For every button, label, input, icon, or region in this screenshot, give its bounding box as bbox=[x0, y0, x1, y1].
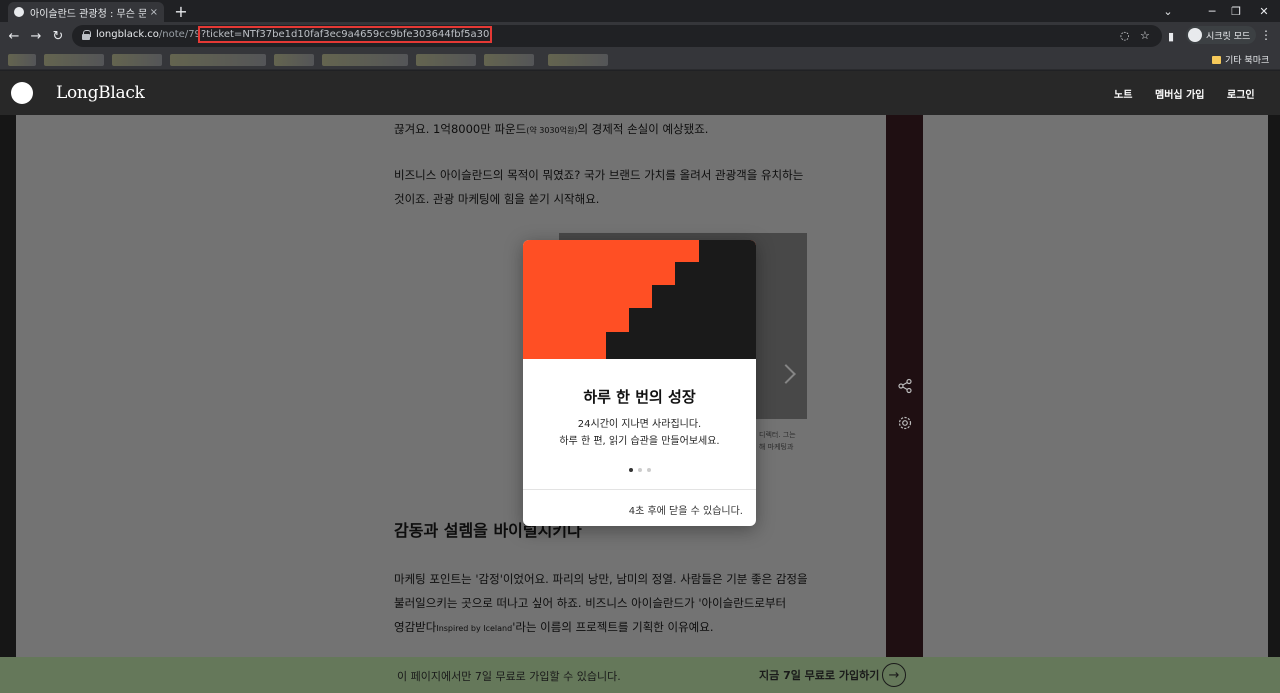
new-tab-button[interactable]: + bbox=[172, 2, 190, 21]
browser-tab[interactable]: 아이슬란드 관광청 : 무슨 문제가 × bbox=[8, 2, 164, 22]
signup-cta[interactable]: 지금 7일 무료로 가입하기 bbox=[759, 667, 879, 683]
address-bar[interactable]: longblack.co/note/79?ticket=NTf37be1d10f… bbox=[72, 25, 1162, 47]
tab-close-icon[interactable]: × bbox=[150, 7, 158, 18]
arrow-right-icon[interactable]: → bbox=[882, 663, 906, 687]
logo-circle-icon[interactable] bbox=[11, 82, 33, 104]
promo-text: 이 페이지에서만 7일 무료로 가입할 수 있습니다. bbox=[397, 670, 621, 683]
favicon-icon bbox=[14, 7, 24, 17]
nav-login[interactable]: 로그인 bbox=[1227, 86, 1255, 101]
share-icon[interactable] bbox=[896, 377, 914, 395]
nav-membership[interactable]: 멤버십 가입 bbox=[1155, 86, 1204, 101]
staircase-illustration bbox=[523, 240, 756, 359]
bookmark-item[interactable] bbox=[548, 54, 608, 66]
pagination-dot[interactable] bbox=[628, 468, 633, 472]
browser-menu-icon[interactable]: ⋮ bbox=[1260, 28, 1272, 42]
incognito-profile[interactable]: 시크릿 모드 bbox=[1186, 26, 1257, 44]
back-icon[interactable]: ← bbox=[6, 28, 22, 44]
bookmark-item[interactable] bbox=[8, 54, 36, 66]
bookmark-item[interactable] bbox=[44, 54, 104, 66]
pagination-dot[interactable] bbox=[637, 468, 642, 472]
gear-icon[interactable] bbox=[896, 414, 914, 432]
site-header: LongBlack 노트 멤버십 가입 로그인 bbox=[0, 71, 1280, 115]
pagination-dot[interactable] bbox=[646, 468, 651, 472]
bookmark-item[interactable] bbox=[112, 54, 162, 66]
lock-icon[interactable] bbox=[82, 30, 91, 40]
nav-notes[interactable]: 노트 bbox=[1114, 86, 1132, 101]
bookmarks-bar: 기타 북마크 bbox=[0, 50, 1280, 70]
forward-icon[interactable]: → bbox=[28, 28, 44, 44]
url-text[interactable]: longblack.co/note/79?ticket=NTf37be1d10f… bbox=[96, 26, 493, 43]
modal-footer: 4초 후에 닫을 수 있습니다. bbox=[523, 489, 756, 526]
browser-tab-strip: 아이슬란드 관광청 : 무슨 문제가 × + ⌄ ─ ❐ ✕ bbox=[0, 0, 1280, 22]
pagination-dots[interactable] bbox=[523, 468, 756, 472]
modal-title: 하루 한 번의 성장 bbox=[583, 388, 696, 406]
bookmark-item[interactable] bbox=[416, 54, 476, 66]
promo-backdrop bbox=[0, 657, 1280, 693]
star-icon[interactable]: ☆ bbox=[1140, 29, 1150, 42]
browser-toolbar: ← → ↻ longblack.co/note/79?ticket=NTf37b… bbox=[0, 22, 1280, 50]
bookmark-item[interactable] bbox=[170, 54, 266, 66]
promo-bar: 이 페이지에서만 7일 무료로 가입할 수 있습니다. 지금 7일 무료로 가입… bbox=[0, 657, 1280, 693]
other-bookmarks[interactable]: 기타 북마크 bbox=[1212, 53, 1269, 66]
bookmark-item[interactable] bbox=[484, 54, 534, 66]
folder-icon bbox=[1212, 55, 1221, 64]
modal-subtitle: 24시간이 지나면 사라집니다. 하루 한 편, 읽기 습관을 만들어보세요. bbox=[559, 419, 720, 447]
bookmark-item[interactable] bbox=[322, 54, 408, 66]
close-window-icon[interactable]: ✕ bbox=[1244, 0, 1280, 22]
bookmark-item[interactable] bbox=[274, 54, 314, 66]
tab-search-icon[interactable]: ⌄ bbox=[1148, 0, 1188, 22]
tab-title: 아이슬란드 관광청 : 무슨 문제가 bbox=[30, 8, 146, 20]
incognito-icon bbox=[1188, 28, 1202, 42]
close-countdown: 4초 후에 닫을 수 있습니다. bbox=[628, 506, 743, 517]
url-ticket-highlight: ?ticket=NTf37be1d10faf3ec9a4659cc9bfe303… bbox=[197, 26, 493, 43]
daily-growth-modal: 하루 한 번의 성장 24시간이 지나면 사라집니다. 하루 한 편, 읽기 습… bbox=[523, 240, 756, 526]
side-panel-icon[interactable]: ▮ bbox=[1168, 30, 1174, 43]
eye-off-icon[interactable]: ◌ bbox=[1120, 29, 1130, 42]
site-logo[interactable]: LongBlack bbox=[56, 83, 145, 103]
reload-icon[interactable]: ↻ bbox=[50, 28, 66, 44]
